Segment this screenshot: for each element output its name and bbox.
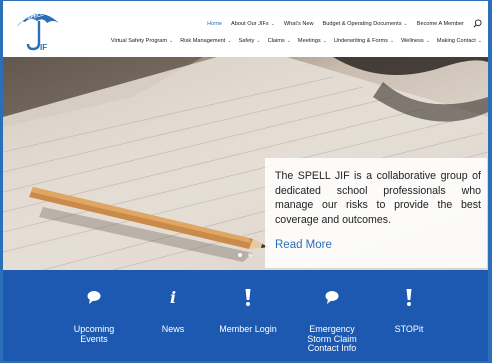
quick-link-label: News [161, 324, 185, 334]
nav-become-member[interactable]: Become A Member [417, 21, 464, 27]
slider-dot[interactable] [248, 253, 252, 257]
hero-description: The SPELL JIF is a collaborative group o… [275, 170, 481, 226]
quick-link-news[interactable]: i News [133, 287, 213, 335]
chevron-down-icon: ⌄ [169, 38, 174, 44]
chevron-down-icon: ⌄ [286, 38, 291, 44]
chevron-down-icon: ⌄ [322, 38, 327, 44]
quick-links-band: Upcoming Events i News Member Login Emer… [3, 270, 488, 361]
nav-meetings-label: Meetings [297, 38, 321, 44]
quick-link-label: Member Login [219, 324, 277, 334]
secondary-nav: Virtual Safety Program ⌄ Risk Management ⌄… [111, 38, 482, 44]
nav-about-label: About Our JIFs [231, 20, 269, 27]
hero-caption-box: The SPELL JIF is a collaborative group o… [265, 158, 487, 268]
nav-whats-new[interactable]: What's New [284, 21, 314, 27]
quick-link-upcoming-events[interactable]: Upcoming Events [54, 287, 134, 344]
nav-contact-label: Making Contact [436, 38, 476, 44]
quick-link-stopit[interactable]: STOPit [369, 287, 449, 335]
chevron-down-icon: ⌄ [270, 20, 275, 27]
slider-dots [238, 253, 252, 257]
exclamation-icon [406, 289, 412, 306]
svg-text:i: i [170, 288, 176, 307]
nav-virtual-safety[interactable]: Virtual Safety Program ⌄ [111, 38, 173, 44]
quick-link-emergency-storm-claim[interactable]: Emergency Storm Claim Contact Info [292, 287, 372, 354]
nav-safety[interactable]: Safety ⌄ [239, 38, 261, 44]
nav-underwriting-forms[interactable]: Underwriting & Forms ⌄ [334, 38, 394, 44]
nav-meetings[interactable]: Meetings ⌄ [298, 38, 327, 44]
page-frame: SPELL IF Home About Our JIFs ⌄ What's New… [0, 0, 492, 363]
read-more-link[interactable]: Read More [275, 239, 332, 251]
chevron-down-icon: ⌄ [389, 38, 395, 44]
quick-link-label: Upcoming Events [73, 324, 115, 344]
nav-become-member-label: Become A Member [416, 20, 464, 27]
nav-home-label: Home [207, 20, 223, 27]
nav-safety-label: Safety [238, 38, 255, 44]
chevron-down-icon: ⌄ [256, 38, 261, 44]
nav-budget-label: Budget & Operating Documents [322, 20, 402, 27]
nav-about-our-jifs[interactable]: About Our JIFs ⌄ [231, 21, 275, 27]
nav-making-contact[interactable]: Making Contact ⌄ [437, 38, 482, 44]
chevron-down-icon: ⌄ [425, 38, 430, 44]
chevron-down-icon: ⌄ [477, 38, 482, 44]
quick-link-member-login[interactable]: Member Login [208, 287, 288, 335]
nav-underwriting-label: Underwriting & Forms [333, 38, 388, 44]
svg-text:IF: IF [40, 43, 47, 52]
quick-link-label: Emergency Storm Claim Contact Info [307, 324, 357, 353]
search-icon[interactable] [473, 19, 482, 28]
primary-nav: Home About Our JIFs ⌄ What's New Budget &… [207, 19, 482, 28]
nav-risk-label: Risk Management [180, 38, 226, 44]
nav-wellness[interactable]: Wellness ⌄ [401, 38, 430, 44]
nav-wellness-label: Wellness [401, 38, 424, 44]
exclamation-icon [245, 289, 251, 306]
hero-slider: The SPELL JIF is a collaborative group o… [3, 57, 488, 270]
nav-risk-management[interactable]: Risk Management ⌄ [180, 38, 231, 44]
info-icon: i [170, 288, 176, 307]
nav-budget-documents[interactable]: Budget & Operating Documents ⌄ [323, 21, 408, 27]
speech-bubble-icon [87, 291, 101, 304]
nav-claims-label: Claims [267, 38, 285, 44]
quick-link-label: STOPit [394, 324, 424, 334]
speech-bubble-icon [325, 291, 339, 304]
nav-virtual-safety-label: Virtual Safety Program [110, 38, 168, 44]
chevron-down-icon: ⌄ [227, 38, 232, 44]
nav-home[interactable]: Home [207, 21, 222, 27]
slider-dot[interactable] [238, 253, 242, 257]
chevron-down-icon: ⌄ [403, 20, 408, 27]
nav-whats-new-label: What's New [283, 20, 314, 27]
nav-claims[interactable]: Claims ⌄ [268, 38, 291, 44]
site-header: SPELL IF Home About Our JIFs ⌄ What's New… [3, 1, 488, 57]
spell-jif-logo[interactable]: SPELL IF [13, 5, 61, 53]
